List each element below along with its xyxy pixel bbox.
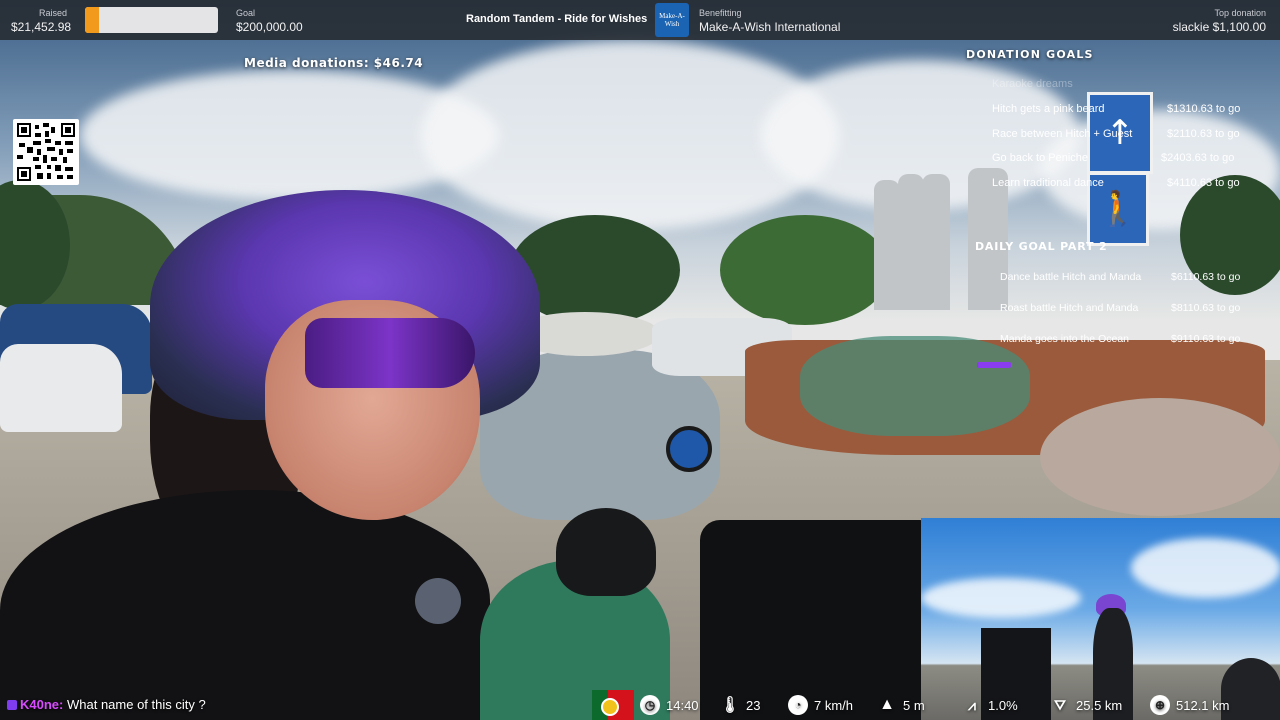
silo	[874, 180, 900, 310]
benefitting-value: Make-A-Wish International	[699, 20, 841, 34]
daily-goal-name: Manda goes into the Ocean	[1000, 333, 1130, 345]
goal-value: $200,000.00	[236, 20, 303, 34]
car	[0, 344, 122, 432]
distance-today-value: 25.5 km	[1076, 697, 1123, 713]
distance-total-stat: ⊕ 512.1 km	[1150, 690, 1229, 720]
raised-label: Raised	[39, 8, 68, 18]
benefitting-label: Benefitting	[699, 8, 742, 18]
altitude-value: 5 m	[903, 697, 925, 713]
time-value: 14:40	[666, 697, 699, 713]
donation-progress-bar	[85, 7, 218, 33]
speed-stat: ◔ 7 km/h	[788, 690, 853, 720]
silo	[922, 174, 950, 310]
donation-goals-panel: DONATION GOALS	[950, 48, 1250, 61]
media-donations-total: Media donations: $46.74	[244, 56, 424, 70]
goal-amount: $2403.63 to go	[1161, 152, 1235, 164]
boat	[800, 336, 1030, 436]
daily-goal-amount: $9110.63 to go	[1171, 333, 1241, 345]
goal-row: Race between Hitch + Guest	[992, 128, 1132, 140]
cloud	[921, 578, 1081, 618]
goal-row: Learn traditional dance	[992, 177, 1104, 189]
donation-top-bar: Raised $21,452.98 Goal $200,000.00 Rando…	[0, 0, 1280, 40]
bike-mirror	[666, 426, 712, 472]
grade-stat: ⩘ 1.0%	[962, 690, 1018, 720]
goal-label: Goal	[236, 8, 256, 18]
time-stat: ◷ 14:40	[640, 690, 699, 720]
donation-progress-fill	[85, 7, 100, 33]
goal-amount: $2110.63 to go	[1167, 128, 1240, 140]
completed-goal-name: Karaoke dreams	[992, 78, 1073, 90]
daily-goal-name: Roast battle Hitch and Manda	[1000, 302, 1139, 314]
daily-goal-amount: $8110.63 to go	[1171, 302, 1241, 314]
silo	[898, 174, 924, 310]
black-helmet	[556, 508, 656, 596]
raised-value: $21,452.98	[11, 20, 72, 34]
goal-name: Go back to Peniche	[992, 152, 1089, 164]
thermometer-icon: 🌡	[719, 697, 741, 714]
daily-goal-amount: $6110.63 to go	[1171, 271, 1241, 283]
goal-row: Hitch gets a pink beard	[992, 103, 1105, 115]
goal-amount: $4110.63 to go	[1167, 177, 1240, 189]
make-a-wish-logo-icon: Make-A-Wish	[655, 3, 689, 37]
silo	[968, 168, 1008, 310]
tree	[720, 215, 890, 325]
lapel-microphone	[415, 578, 461, 624]
sunglasses	[305, 318, 475, 388]
completed-goal: Karaoke dreams	[992, 78, 1073, 90]
grade-value: 1.0%	[988, 697, 1018, 713]
daily-goal-progress-bar	[977, 362, 1011, 368]
goal-name: Hitch gets a pink beard	[992, 103, 1105, 115]
goal-name: Learn traditional dance	[992, 177, 1104, 189]
speedometer-icon: ◔	[788, 695, 808, 715]
distance-today-stat: ⛛ 25.5 km	[1050, 690, 1122, 720]
cloud	[1131, 538, 1280, 598]
speed-value: 7 km/h	[814, 697, 854, 713]
altitude-stat: ▲ 5 m	[877, 690, 925, 720]
daily-goal-name: Dance battle Hitch and Manda	[1000, 271, 1142, 283]
stream-title: Random Tandem - Ride for Wishes	[466, 13, 648, 25]
distance-total-value: 512.1 km	[1176, 697, 1230, 713]
clock-icon: ◷	[640, 695, 660, 715]
temperature-stat: 🌡 23	[719, 690, 761, 720]
incline-icon: ⩘	[968, 696, 976, 713]
daily-goal-heading: DAILY GOAL PART 2	[975, 240, 1108, 253]
mountain-icon: ▲	[879, 696, 895, 713]
goal-name: Race between Hitch + Guest	[992, 128, 1133, 140]
top-donation-value: slackie $1,100.00	[1172, 20, 1266, 34]
top-donation-label: Top donation	[1214, 8, 1266, 18]
goal-amount: $1310.63 to go	[1167, 103, 1241, 115]
qr-code-icon[interactable]	[13, 119, 79, 185]
temperature-value: 23	[746, 697, 761, 713]
telemetry-bar: ◷ 14:40 🌡 23 ◔ 7 km/h ▲ 5 m ⩘ 1.0% ⛛ 25.…	[0, 690, 1280, 720]
boat	[1040, 398, 1280, 516]
donation-goals-heading: DONATION GOALS	[966, 48, 1094, 61]
globe-icon: ⊕	[1150, 695, 1170, 715]
goal-row: Go back to Peniche	[992, 152, 1088, 164]
road-icon: ⛛	[1054, 696, 1066, 713]
